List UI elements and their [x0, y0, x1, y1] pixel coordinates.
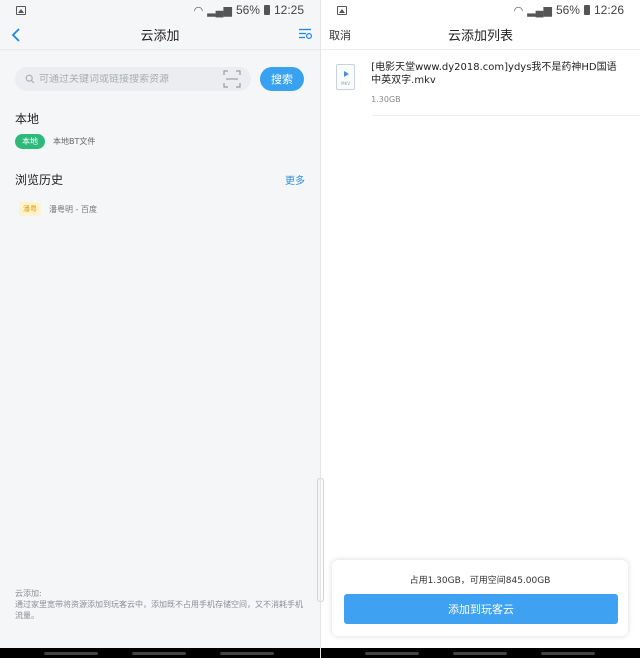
top-nav: 取消 云添加列表 [321, 20, 640, 50]
image-notification-icon [337, 5, 347, 15]
history-header: 浏览历史 更多 [0, 171, 320, 188]
file-info: [电影天堂www.dy2018.com]ydys我不是药神HD国语中英双字.mk… [371, 61, 625, 104]
local-section-title: 本地 [15, 112, 40, 126]
nav-bar-segment [132, 652, 186, 655]
divider [372, 115, 640, 116]
search-row: 搜索 [0, 67, 320, 91]
list-icon [299, 28, 313, 40]
history-item-badge: 潘粤 [19, 202, 41, 216]
battery-percent: 56% [555, 3, 580, 17]
battery-percent: 56% [235, 3, 260, 17]
image-notification-icon [16, 5, 26, 15]
footer-note: 云添加: 通过家里宽带将资源添加到玩客云中，添加既不占用手机存储空间，又不消耗手… [15, 588, 305, 621]
file-list-item[interactable]: MKV [电影天堂www.dy2018.com]ydys我不是药神HD国语中英双… [321, 50, 640, 104]
status-bar: ◠ ▂▄▆ 56% 12:26 [321, 0, 640, 20]
cloud-add-list-screen: ◠ ▂▄▆ 56% 12:26 取消 云添加列表 MKV [电影天堂www.dy… [320, 0, 640, 658]
file-name: [电影天堂www.dy2018.com]ydys我不是药神HD国语中英双字.mk… [371, 62, 617, 86]
nav-bar-segment [220, 652, 274, 655]
battery-icon [583, 5, 590, 15]
nav-bar-segment [365, 652, 419, 655]
history-section-title: 浏览历史 [15, 173, 64, 187]
add-confirm-card: 占用1.30GB，可用空间845.00GB 添加到玩客云 [332, 560, 628, 636]
file-size: 1.30GB [371, 95, 401, 104]
search-input[interactable] [39, 73, 209, 85]
search-button[interactable]: 搜索 [260, 67, 304, 91]
footer-note-title: 云添加: [15, 589, 42, 598]
chevron-left-icon [11, 28, 20, 42]
status-time: 12:25 [273, 3, 304, 17]
top-nav: 云添加 [0, 20, 320, 50]
system-nav-bar [321, 648, 640, 658]
status-time: 12:26 [593, 3, 624, 17]
play-icon [344, 71, 349, 77]
signal-icon: ▂▄▆ [207, 4, 232, 17]
footer-note-body: 通过家里宽带将资源添加到玩客云中，添加既不占用手机存储空间，又不消耗手机流量。 [15, 600, 303, 620]
nav-bar-segment [541, 652, 595, 655]
system-nav-bar [0, 648, 320, 658]
history-item[interactable]: 潘粤 潘粤明 - 百度 [0, 202, 320, 216]
add-to-cloud-button[interactable]: 添加到玩客云 [344, 594, 618, 624]
nav-bar-segment [44, 652, 98, 655]
signal-icon: ▂▄▆ [527, 4, 552, 17]
scan-icon[interactable] [223, 70, 241, 88]
list-button[interactable] [298, 27, 313, 41]
battery-icon [263, 5, 270, 15]
page-title: 云添加列表 [447, 29, 513, 44]
local-badge: 本地 [15, 134, 45, 149]
wifi-icon: ◠ [513, 4, 524, 17]
nav-bar-segment [453, 652, 507, 655]
search-icon [25, 74, 35, 84]
wifi-icon: ◠ [193, 4, 204, 17]
file-ext-label: MKV [341, 81, 350, 86]
storage-info: 占用1.30GB，可用空间845.00GB [409, 576, 551, 586]
cloud-add-screen: ◠ ▂▄▆ 56% 12:25 云添加 可通过关键词或链接搜索资源 搜索 本地 … [0, 0, 320, 658]
back-button[interactable] [6, 23, 26, 47]
page-title: 云添加 [140, 29, 180, 44]
history-item-label: 潘粤明 - 百度 [49, 204, 97, 214]
more-link[interactable]: 更多 [285, 172, 305, 187]
local-bt-label: 本地BT文件 [53, 137, 96, 146]
video-file-icon: MKV [336, 64, 356, 90]
cancel-button[interactable]: 取消 [329, 27, 351, 43]
search-box[interactable] [15, 67, 251, 91]
side-handle[interactable] [321, 478, 324, 602]
status-bar: ◠ ▂▄▆ 56% 12:25 [0, 0, 320, 20]
local-bt-item[interactable]: 本地 本地BT文件 [0, 134, 320, 149]
